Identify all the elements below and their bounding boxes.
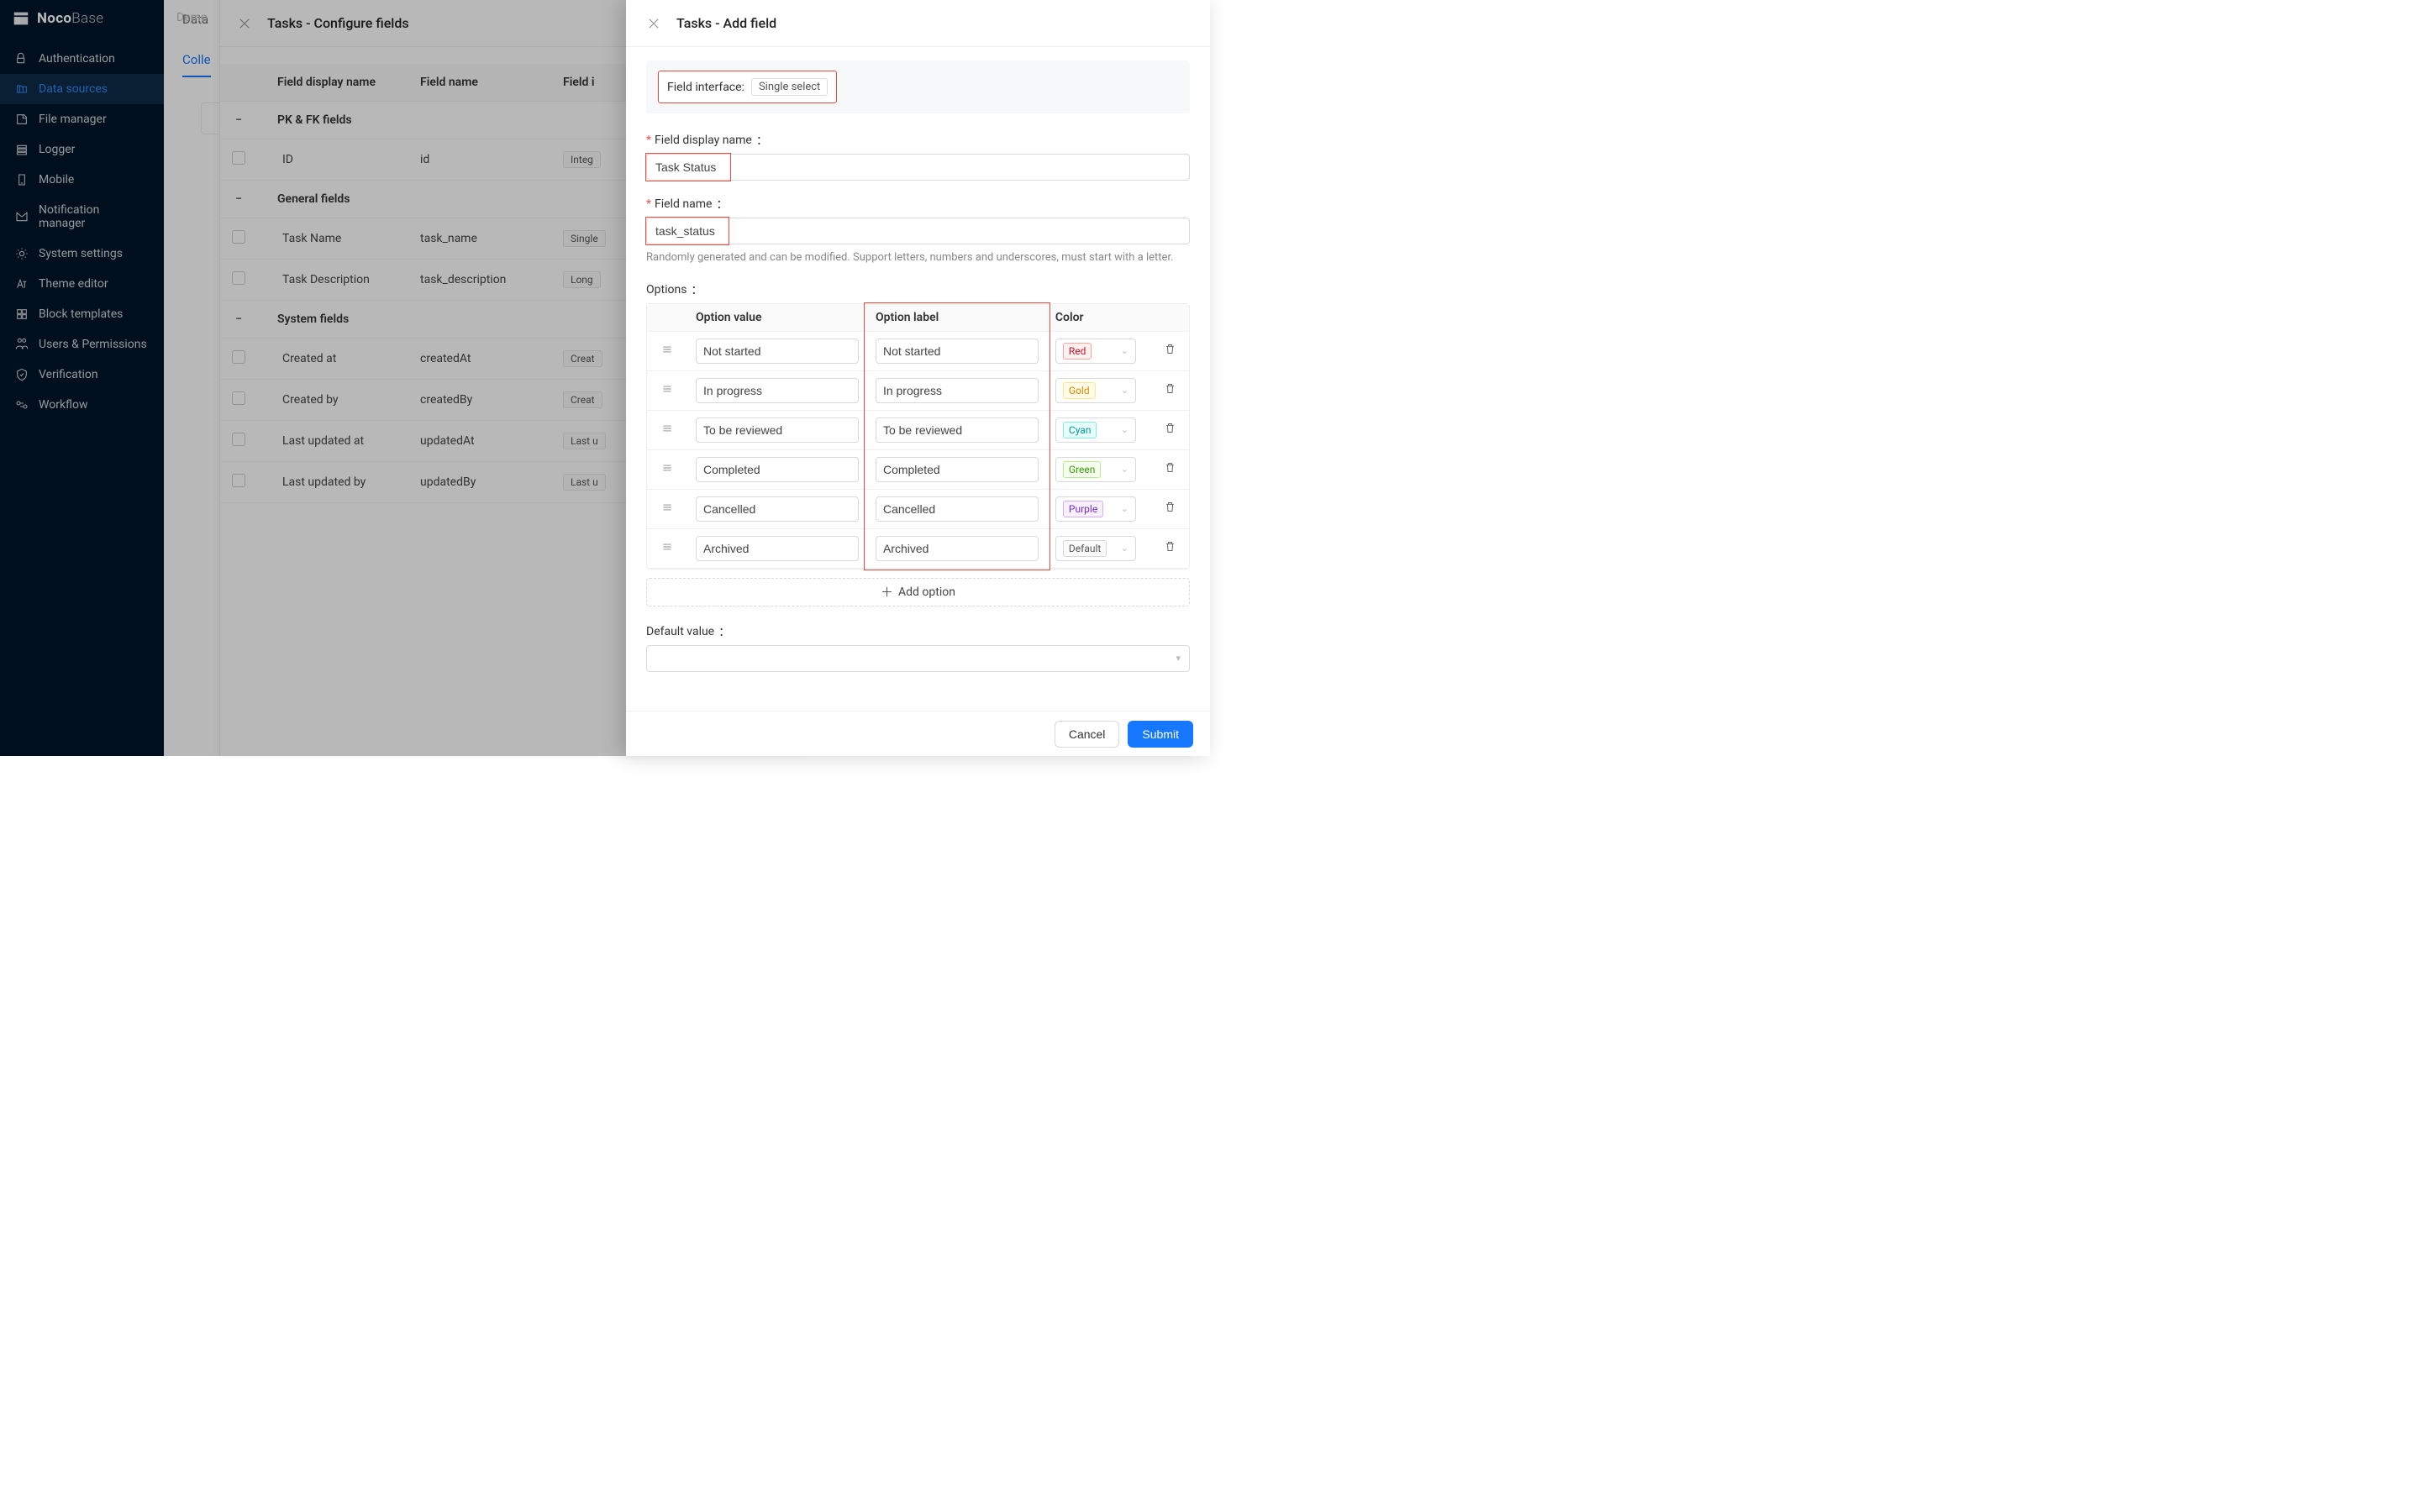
option-color-select[interactable]: Purple ⌄ [1055, 496, 1136, 522]
delete-option-button[interactable] [1164, 422, 1176, 438]
drawer-title: Tasks - Add field [676, 15, 776, 31]
option-label-input[interactable] [876, 417, 1039, 443]
option-row: Red ⌄ [647, 332, 1189, 371]
option-value-input[interactable] [696, 417, 859, 443]
col-header-color: Color [1047, 304, 1150, 332]
color-tag: Purple [1063, 501, 1103, 517]
add-field-drawer: Tasks - Add field Field interface: Singl… [626, 0, 1210, 756]
chevron-down-icon: ⌄ [1121, 385, 1128, 396]
option-value-input[interactable] [696, 378, 859, 403]
add-option-label: Add option [898, 585, 955, 599]
display-name-input[interactable] [646, 154, 1190, 181]
option-color-select[interactable]: Cyan ⌄ [1055, 417, 1136, 443]
add-option-button[interactable]: ＋ Add option [646, 578, 1190, 606]
chevron-down-icon: ⌄ [1121, 543, 1128, 554]
chevron-down-icon: ⌄ [1121, 503, 1128, 514]
chevron-down-icon: ⌄ [1121, 464, 1128, 475]
option-color-select[interactable]: Default ⌄ [1055, 536, 1136, 561]
field-interface-value: Single select [751, 78, 828, 96]
close-icon[interactable] [646, 16, 661, 31]
option-row: Gold ⌄ [647, 371, 1189, 411]
delete-option-button[interactable] [1164, 382, 1176, 398]
drag-handle-icon[interactable] [660, 541, 675, 556]
color-tag: Cyan [1063, 422, 1097, 438]
submit-button[interactable]: Submit [1128, 721, 1193, 748]
color-tag: Gold [1063, 382, 1096, 399]
plus-icon: ＋ [881, 583, 893, 601]
cancel-button[interactable]: Cancel [1055, 721, 1120, 748]
delete-option-button[interactable] [1164, 461, 1176, 477]
demo-badge: Demo [176, 11, 208, 24]
option-color-select[interactable]: Gold ⌄ [1055, 378, 1136, 403]
field-interface-label: Field interface: [667, 81, 744, 94]
field-interface-banner: Field interface: Single select [646, 60, 1190, 113]
option-value-input[interactable] [696, 457, 859, 482]
option-row: Default ⌄ [647, 529, 1189, 569]
option-color-select[interactable]: Green ⌄ [1055, 457, 1136, 482]
label-display-name: Field display name [655, 134, 752, 147]
option-label-input[interactable] [876, 378, 1039, 403]
color-tag: Green [1063, 461, 1101, 478]
color-tag: Default [1063, 540, 1107, 557]
chevron-down-icon: ▾ [1176, 653, 1181, 664]
field-name-help: Randomly generated and can be modified. … [646, 249, 1190, 266]
field-name-input[interactable] [646, 218, 1190, 244]
option-color-select[interactable]: Red ⌄ [1055, 339, 1136, 364]
col-header-option-label: Option label [867, 304, 1047, 332]
option-label-input[interactable] [876, 496, 1039, 522]
option-value-input[interactable] [696, 496, 859, 522]
label-field-name: Field name [655, 197, 712, 211]
label-default-value: Default value [646, 625, 714, 638]
option-row: Cyan ⌄ [647, 411, 1189, 450]
default-value-select[interactable]: ▾ [646, 645, 1190, 672]
drag-handle-icon[interactable] [660, 344, 675, 359]
drag-handle-icon[interactable] [660, 501, 675, 517]
drag-handle-icon[interactable] [660, 462, 675, 477]
delete-option-button[interactable] [1164, 343, 1176, 359]
options-table: Option value Option label Color Red⌄Gold… [646, 303, 1190, 570]
option-label-input[interactable] [876, 339, 1039, 364]
option-row: Purple ⌄ [647, 490, 1189, 529]
chevron-down-icon: ⌄ [1121, 424, 1128, 435]
chevron-down-icon: ⌄ [1121, 345, 1128, 356]
drag-handle-icon[interactable] [660, 383, 675, 398]
color-tag: Red [1063, 343, 1092, 360]
option-label-input[interactable] [876, 457, 1039, 482]
option-label-input[interactable] [876, 536, 1039, 561]
label-options: Options [646, 283, 687, 297]
delete-option-button[interactable] [1164, 540, 1176, 556]
option-row: Green ⌄ [647, 450, 1189, 490]
delete-option-button[interactable] [1164, 501, 1176, 517]
option-value-input[interactable] [696, 536, 859, 561]
option-value-input[interactable] [696, 339, 859, 364]
drag-handle-icon[interactable] [660, 423, 675, 438]
col-header-option-value: Option value [687, 304, 867, 332]
